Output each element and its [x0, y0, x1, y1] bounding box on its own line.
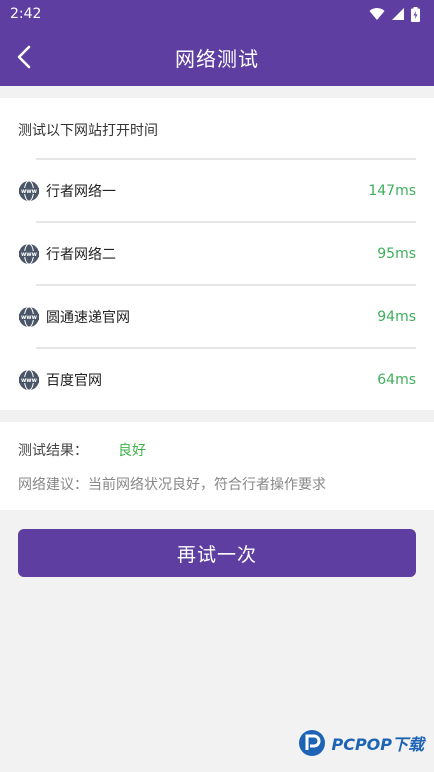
result-label: 测试结果： — [18, 443, 88, 459]
watermark-text: PCPOP下载 — [331, 735, 424, 754]
test-card: 测试以下网站打开时间 www 行者网络一 147ms www 行者网络二 95m… — [0, 98, 434, 410]
top-app-bar: 2:42 网络测试 — [0, 0, 434, 86]
status-bar: 2:42 — [0, 0, 434, 28]
svg-text:www: www — [21, 252, 38, 258]
battery-icon — [411, 6, 420, 22]
network-advice: 网络建议：当前网络状况良好，符合行者操作要求 — [18, 477, 326, 493]
site-latency: 94ms — [377, 308, 416, 325]
status-time: 2:42 — [10, 6, 42, 22]
site-row-left: www 百度官网 — [18, 369, 102, 391]
globe-www-icon: www — [19, 243, 39, 264]
result-card: 测试结果： 良好 网络建议：当前网络状况良好，符合行者操作要求 — [0, 422, 434, 510]
svg-text:www: www — [21, 378, 38, 384]
site-name: 百度官网 — [46, 372, 102, 389]
svg-text:www: www — [21, 189, 38, 195]
site-row-left: www 圆通速递官网 — [18, 306, 130, 328]
nav-bar: 网络测试 — [0, 28, 434, 86]
globe-www-icon: www — [19, 369, 39, 390]
site-latency: 64ms — [377, 371, 416, 388]
globe-www-icon: www — [19, 306, 39, 327]
retry-button[interactable]: 再试一次 — [18, 529, 416, 577]
test-card-heading: 测试以下网站打开时间 — [18, 123, 158, 139]
globe-www-icon: www — [19, 180, 39, 201]
status-icons — [369, 6, 420, 22]
result-value: 良好 — [118, 443, 146, 459]
site-row: www 圆通速递官网 94ms — [19, 284, 416, 347]
result-line: 测试结果： 良好 — [18, 440, 416, 460]
site-row-left: www 行者网络一 — [18, 180, 116, 202]
chevron-left-icon — [17, 45, 31, 69]
site-row: www 百度官网 64ms — [19, 347, 416, 410]
site-row: www 行者网络一 147ms — [19, 158, 416, 221]
signal-icon — [392, 8, 404, 20]
page-title: 网络测试 — [175, 46, 259, 71]
site-name: 圆通速递官网 — [46, 309, 130, 326]
site-row: www 行者网络二 95ms — [19, 221, 416, 284]
site-latency: 95ms — [377, 245, 416, 262]
site-name: 行者网络二 — [46, 246, 116, 263]
back-button[interactable] — [10, 43, 38, 71]
site-row-left: www 行者网络二 — [18, 243, 116, 265]
watermark: PCPOP下载 — [297, 728, 424, 758]
pcpop-logo-icon — [299, 730, 326, 756]
svg-text:www: www — [21, 315, 38, 321]
site-name: 行者网络一 — [46, 183, 116, 200]
wifi-icon — [369, 8, 385, 20]
site-latency: 147ms — [368, 182, 416, 199]
